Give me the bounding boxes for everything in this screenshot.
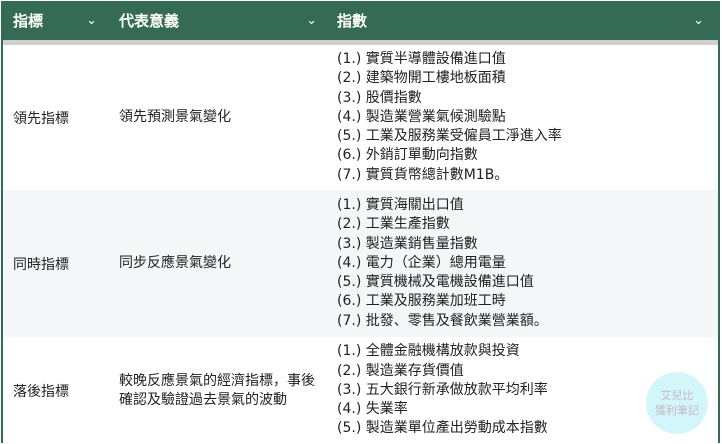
watermark-text: 艾兒比 bbox=[660, 389, 694, 402]
list-item: (1.) 實質半導體設備進口值 bbox=[337, 50, 506, 67]
header-label: 指數 bbox=[337, 12, 368, 30]
list-item: (4.) 製造業營業氣候測驗點 bbox=[337, 108, 506, 125]
list-item: (1.) 實質海關出口值 bbox=[337, 196, 464, 213]
cell-index-list: (1.) 實質海關出口值 (2.) 工業生產指數 (3.) 製造業銷售量指數 (… bbox=[327, 193, 718, 334]
list-item: (3.) 製造業銷售量指數 bbox=[337, 235, 478, 252]
table-row: 領先指標 領先預測景氣變化 (1.) 實質半導體設備進口值 (2.) 建築物開工… bbox=[3, 45, 718, 190]
table-row: 落後指標 較晚反應景氣的經濟指標，事後確認及驗證過去景氣的波動 (1.) 全體金… bbox=[3, 337, 718, 444]
cell-meaning: 較晚反應景氣的經濟指標，事後確認及驗證過去景氣的波動 bbox=[119, 372, 315, 408]
list-item: (5.) 實質機械及電機設備進口值 bbox=[337, 274, 534, 291]
header-col-indicator[interactable]: 指標 ⌄ bbox=[3, 1, 107, 40]
header-col-index[interactable]: 指數 ⌄ bbox=[327, 1, 718, 40]
list-item: (1.) 全體金融機構放款與投資 bbox=[337, 343, 520, 360]
chevron-down-icon[interactable]: ⌄ bbox=[306, 13, 317, 28]
table-row: 同時指標 同步反應景氣變化 (1.) 實質海關出口值 (2.) 工業生產指數 (… bbox=[3, 190, 718, 337]
list-item: (6.) 工業及服務業加班工時 bbox=[337, 293, 506, 310]
list-item: (5.) 工業及服務業受僱員工淨進入率 bbox=[337, 128, 562, 145]
header-label: 指標 bbox=[13, 12, 44, 30]
watermark-logo: 艾兒比 獲利筆記 bbox=[646, 372, 708, 434]
watermark-text: 獲利筆記 bbox=[655, 404, 699, 417]
header-label: 代表意義 bbox=[119, 12, 180, 30]
cell-index-list: (1.) 實質半導體設備進口值 (2.) 建築物開工樓地板面積 (3.) 股價指… bbox=[327, 47, 718, 188]
list-item: (7.) 批發、零售及餐飲業營業額。 bbox=[337, 312, 548, 329]
list-item: (7.) 實質貨幣總計數M1B。 bbox=[337, 166, 509, 183]
cell-indicator: 領先指標 bbox=[13, 110, 69, 127]
header-col-meaning[interactable]: 代表意義 ⌄ bbox=[107, 1, 327, 40]
indicator-table: 指標 ⌄ 代表意義 ⌄ 指數 ⌄ 領先指標 領先預測景氣變化 (1.) 實質半導體設備… bbox=[1, 1, 720, 443]
cell-meaning: 同步反應景氣變化 bbox=[119, 255, 231, 271]
chevron-down-icon[interactable]: ⌄ bbox=[86, 13, 97, 28]
list-item: (6.) 外銷訂單動向指數 bbox=[337, 147, 478, 164]
cell-indicator: 同時指標 bbox=[13, 256, 69, 273]
list-item: (2.) 建築物開工樓地板面積 bbox=[337, 70, 506, 87]
list-item: (3.) 股價指數 bbox=[337, 89, 422, 106]
cell-indicator: 落後指標 bbox=[13, 383, 69, 400]
list-item: (2.) 工業生產指數 bbox=[337, 216, 450, 233]
list-item: (4.) 電力（企業）總用電量 bbox=[337, 254, 506, 271]
table-header: 指標 ⌄ 代表意義 ⌄ 指數 ⌄ bbox=[3, 1, 718, 40]
cell-meaning: 領先預測景氣變化 bbox=[119, 109, 231, 125]
chevron-down-icon[interactable]: ⌄ bbox=[693, 13, 704, 28]
